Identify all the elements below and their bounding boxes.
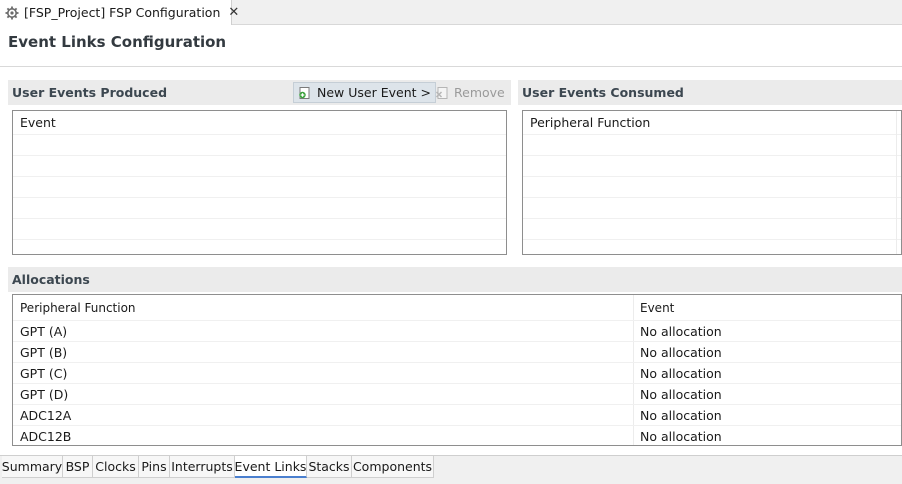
gear-icon: [5, 5, 19, 20]
table-row: [523, 176, 901, 197]
peripheral-function-cell: GPT (C): [13, 363, 634, 383]
new-user-event-label: New User Event >: [317, 85, 431, 100]
tab-bsp[interactable]: BSP: [63, 456, 93, 478]
table-row: [523, 239, 901, 254]
editor-tab-title: [FSP_Project] FSP Configuration: [24, 5, 221, 20]
peripheral-function-cell: GPT (B): [13, 342, 634, 362]
new-user-event-button[interactable]: New User Event >: [293, 82, 436, 103]
tab-components[interactable]: Components: [352, 456, 434, 478]
event-cell[interactable]: No allocation: [634, 321, 901, 341]
user-events-consumed-table[interactable]: Peripheral Function: [522, 110, 902, 255]
table-row[interactable]: GPT (C) No allocation: [13, 362, 901, 383]
event-cell[interactable]: No allocation: [634, 363, 901, 383]
event-cell[interactable]: No allocation: [634, 426, 901, 445]
user-events-consumed-label: User Events Consumed: [522, 85, 684, 100]
editor-tab-fsp-configuration[interactable]: [FSP_Project] FSP Configuration ✕: [0, 0, 239, 25]
user-events-produced-table[interactable]: Event: [12, 110, 507, 255]
user-events-produced-label: User Events Produced: [12, 85, 168, 100]
table-row[interactable]: GPT (B) No allocation: [13, 341, 901, 362]
column-header-event[interactable]: Event: [13, 111, 506, 134]
remove-label: Remove: [454, 85, 505, 100]
tab-clocks[interactable]: Clocks: [93, 456, 139, 478]
tab-pins[interactable]: Pins: [139, 456, 170, 478]
table-row: [13, 155, 506, 176]
configuration-page-tabs: Summary BSP Clocks Pins Interrupts Event…: [0, 455, 902, 484]
table-row: [13, 197, 506, 218]
table-row: [523, 155, 901, 176]
table-row: [13, 218, 506, 239]
column-header-peripheral-function[interactable]: Peripheral Function: [523, 111, 901, 134]
table-row[interactable]: ADC12A No allocation: [13, 404, 901, 425]
table-row: [523, 197, 901, 218]
peripheral-function-cell: ADC12A: [13, 405, 634, 425]
tab-summary[interactable]: Summary: [2, 456, 63, 478]
column-header-peripheral-function[interactable]: Peripheral Function: [13, 295, 634, 320]
table-row: [13, 239, 506, 254]
table-row[interactable]: GPT (D) No allocation: [13, 383, 901, 404]
remove-button[interactable]: Remove: [431, 82, 509, 103]
peripheral-function-cell: GPT (D): [13, 384, 634, 404]
table-row[interactable]: GPT (A) No allocation: [13, 320, 901, 341]
tab-event-links[interactable]: Event Links: [235, 456, 307, 478]
table-row: [523, 218, 901, 239]
tab-interrupts[interactable]: Interrupts: [170, 456, 235, 478]
event-cell[interactable]: No allocation: [634, 384, 901, 404]
event-cell[interactable]: No allocation: [634, 342, 901, 362]
table-row[interactable]: ADC12B No allocation: [13, 425, 901, 445]
peripheral-function-cell: GPT (A): [13, 321, 634, 341]
close-icon[interactable]: ✕: [228, 5, 239, 20]
column-divider: [896, 111, 897, 254]
remove-icon: [435, 86, 449, 100]
tab-stacks[interactable]: Stacks: [307, 456, 352, 478]
editor-tab-bar: [FSP_Project] FSP Configuration ✕: [0, 0, 902, 25]
table-row: [13, 176, 506, 197]
page-title: Event Links Configuration: [8, 33, 227, 51]
new-event-icon: [298, 86, 312, 100]
user-events-consumed-header: User Events Consumed: [518, 80, 902, 105]
column-header-event[interactable]: Event: [634, 295, 901, 320]
allocations-label: Allocations: [12, 272, 90, 287]
table-row: [13, 134, 506, 155]
peripheral-function-cell: ADC12B: [13, 426, 634, 445]
user-events-produced-header: User Events Produced New User Event > Re…: [8, 80, 511, 105]
table-row: [523, 134, 901, 155]
allocations-table[interactable]: Peripheral Function Event GPT (A) No all…: [12, 294, 902, 446]
allocations-header: Allocations: [8, 267, 902, 292]
event-cell[interactable]: No allocation: [634, 405, 901, 425]
title-divider: [0, 66, 902, 67]
allocations-table-header: Peripheral Function Event: [13, 295, 901, 320]
